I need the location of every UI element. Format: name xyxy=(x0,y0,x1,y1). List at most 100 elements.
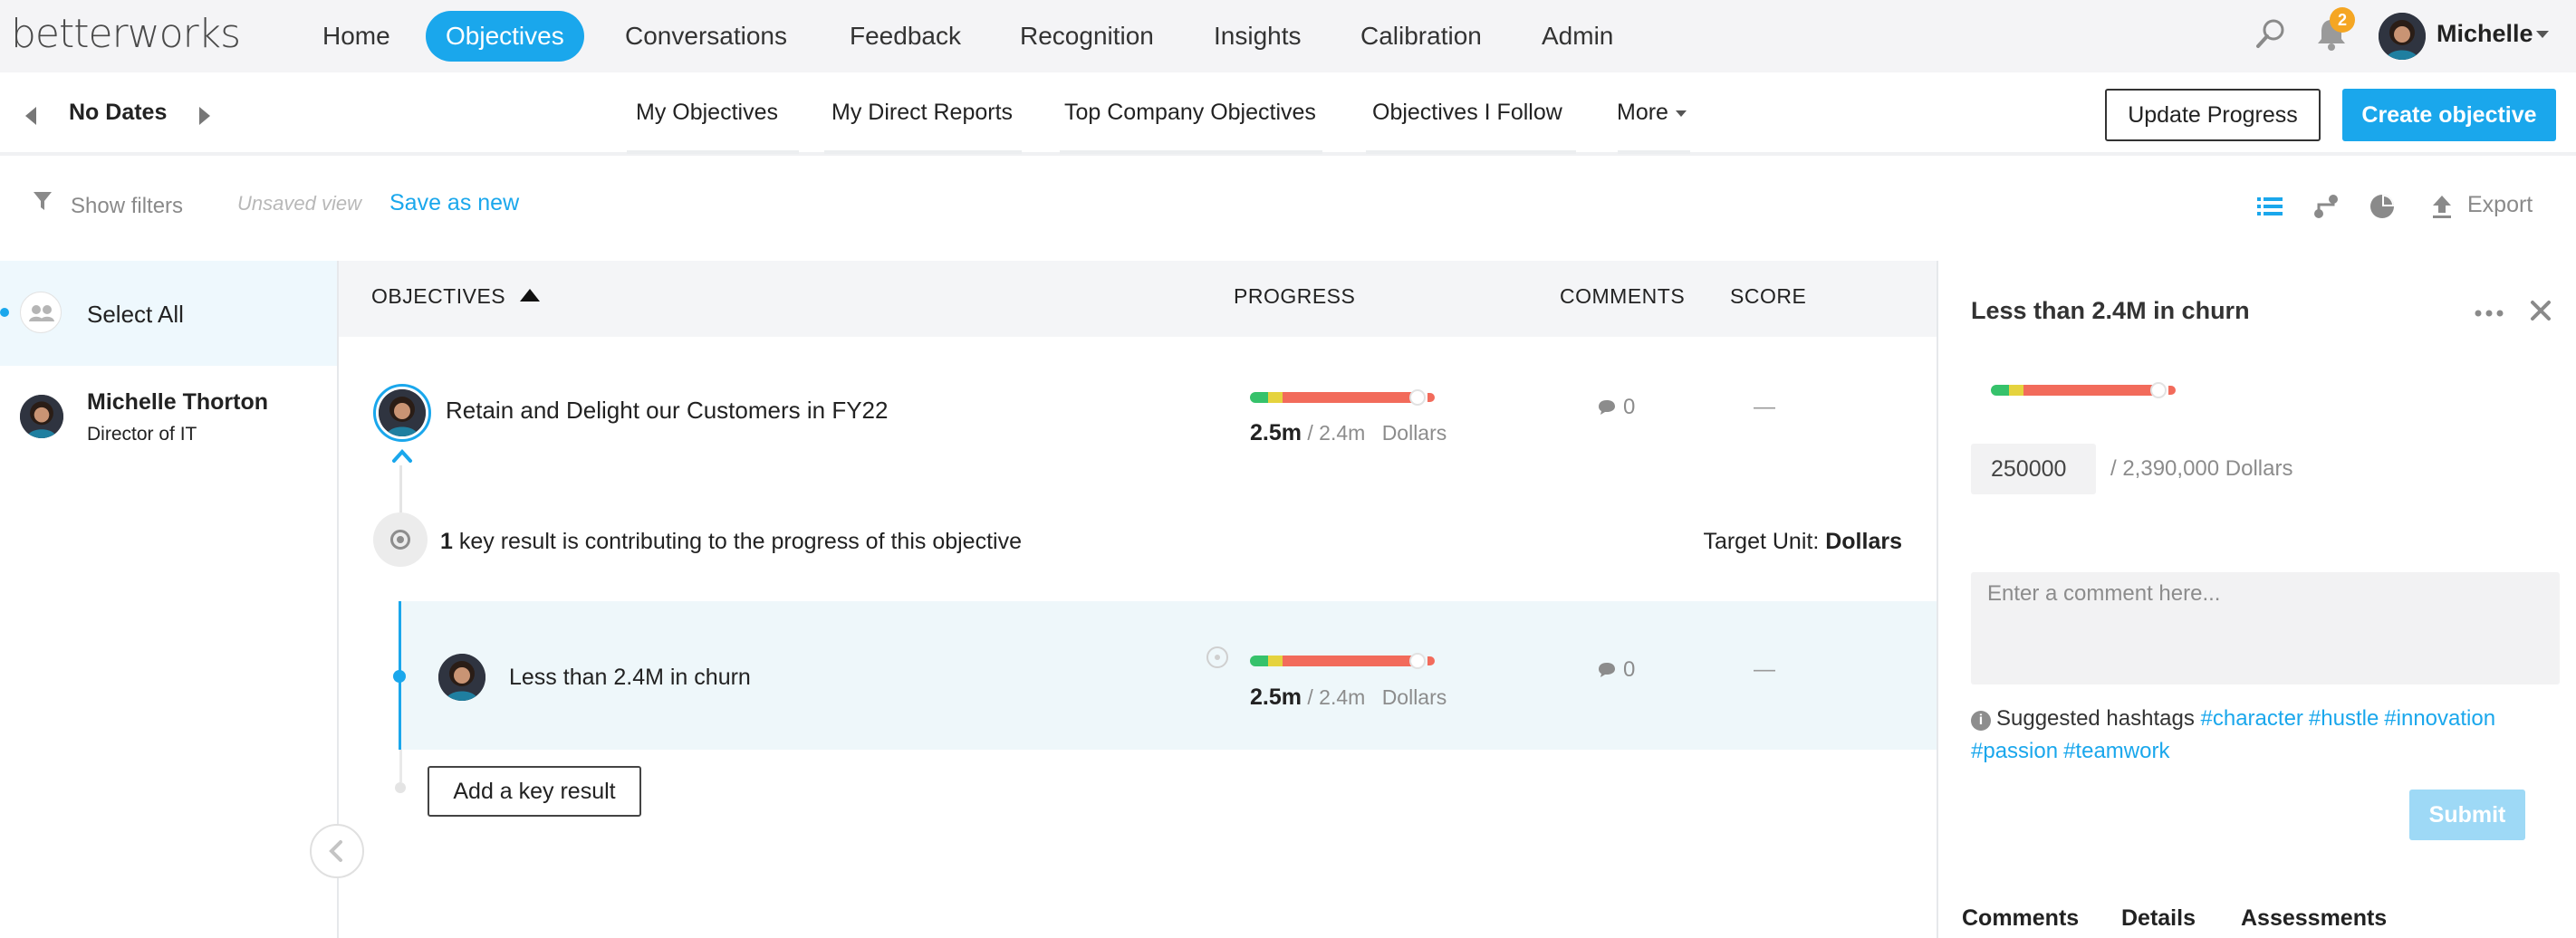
avatar[interactable] xyxy=(438,654,485,701)
target-value-text: / 2,390,000 Dollars xyxy=(2110,456,2293,481)
save-as-new-link[interactable]: Save as new xyxy=(389,190,519,216)
add-key-result-button[interactable]: Add a key result xyxy=(428,766,641,817)
objective-score: — xyxy=(1754,395,1775,419)
score-column-header[interactable]: SCORE xyxy=(1730,284,1806,309)
tab-top-company-objectives[interactable]: Top Company Objectives xyxy=(1064,100,1316,126)
user-name[interactable]: Michelle xyxy=(2437,20,2533,48)
comment-input[interactable] xyxy=(1971,572,2560,684)
nav-recognition[interactable]: Recognition xyxy=(1000,11,1174,62)
notification-badge: 2 xyxy=(2330,7,2355,33)
chevron-up-icon[interactable] xyxy=(391,447,413,464)
tree-view-icon[interactable] xyxy=(2312,192,2341,221)
objective-progress-bar[interactable] xyxy=(1250,389,1440,406)
pie-chart-icon[interactable] xyxy=(2368,192,2397,221)
people-panel: Select All Michelle Thorton Director of … xyxy=(0,261,339,938)
tab-more[interactable]: More xyxy=(1617,100,1687,126)
show-filters-link[interactable]: Show filters xyxy=(71,194,183,219)
tab-underline xyxy=(1618,150,1690,154)
detail-progress-bar[interactable] xyxy=(1991,382,2181,398)
detail-title: Less than 2.4M in churn xyxy=(1971,297,2250,324)
target-unit-value: Dollars xyxy=(1825,529,1902,554)
tab-my-objectives[interactable]: My Objectives xyxy=(636,100,778,126)
unsaved-view-label: Unsaved view xyxy=(237,192,361,215)
filter-icon[interactable] xyxy=(33,190,53,212)
objectives-column-header[interactable]: OBJECTIVES xyxy=(371,284,541,309)
tab-more-label: More xyxy=(1617,100,1668,125)
chevron-right-icon[interactable] xyxy=(199,107,210,125)
update-progress-button[interactable]: Update Progress xyxy=(2105,89,2321,141)
progress-column-header[interactable]: PROGRESS xyxy=(1234,284,1355,309)
progress-target: / 2.4m xyxy=(1307,685,1366,709)
more-options-icon[interactable] xyxy=(2475,310,2504,317)
hashtag-link[interactable]: #character xyxy=(2201,706,2303,731)
tree-node-active xyxy=(393,670,406,683)
nav-admin[interactable]: Admin xyxy=(1522,11,1633,62)
objective-comments[interactable]: 0 xyxy=(1598,395,1635,420)
nav-home[interactable]: Home xyxy=(303,11,410,62)
chevron-left-icon[interactable] xyxy=(25,107,36,125)
collapse-panel-button[interactable] xyxy=(310,824,364,878)
tab-details[interactable]: Details xyxy=(2121,905,2196,932)
avatar[interactable] xyxy=(379,389,426,436)
hashtag-link[interactable]: #innovation xyxy=(2384,706,2495,731)
key-result-target-icon[interactable] xyxy=(1206,646,1228,668)
suggested-hashtags-label: Suggested hashtags xyxy=(1996,706,2195,731)
objectives-table: OBJECTIVES PROGRESS COMMENTS SCORE Retai… xyxy=(339,261,1937,938)
target-dot xyxy=(397,536,404,543)
export-button[interactable]: Export xyxy=(2467,192,2533,218)
filter-bar: Show filters Unsaved view Save as new Ex… xyxy=(0,159,2576,261)
nav-insights[interactable]: Insights xyxy=(1194,11,1322,62)
close-icon[interactable] xyxy=(2529,299,2552,322)
objectives-column-label: OBJECTIVES xyxy=(371,284,506,308)
comment-count: 0 xyxy=(1623,657,1636,682)
progress-segment-yellow xyxy=(1268,656,1283,666)
tab-underline xyxy=(1060,150,1322,154)
tab-assessments[interactable]: Assessments xyxy=(2241,905,2387,932)
date-range-label[interactable]: No Dates xyxy=(69,100,167,126)
tab-comments[interactable]: Comments xyxy=(1962,905,2079,932)
hashtag-link[interactable]: #hustle xyxy=(2309,706,2379,731)
comments-column-header[interactable]: COMMENTS xyxy=(1560,284,1685,309)
submit-button[interactable]: Submit xyxy=(2409,790,2525,840)
search-icon[interactable] xyxy=(2255,18,2286,49)
hashtag-link[interactable]: #teamwork xyxy=(2063,739,2169,763)
current-value-input[interactable] xyxy=(1971,444,2096,494)
create-objective-button[interactable]: Create objective xyxy=(2342,89,2556,141)
progress-segment-green xyxy=(1250,392,1268,403)
key-result-detail-panel: Less than 2.4M in churn / 2,390,000 Doll… xyxy=(1937,261,2576,938)
list-view-icon[interactable] xyxy=(2255,192,2284,221)
key-result-comments[interactable]: 0 xyxy=(1598,657,1635,683)
nav-objectives[interactable]: Objectives xyxy=(426,11,584,62)
target-dot xyxy=(1215,655,1220,660)
avatar[interactable] xyxy=(20,395,63,438)
progress-knob xyxy=(2150,382,2167,398)
key-result-progress-bar[interactable] xyxy=(1250,653,1440,669)
hashtag-link[interactable]: #passion xyxy=(1971,739,2058,763)
progress-segment-tail xyxy=(1427,393,1435,402)
chevron-down-icon[interactable] xyxy=(2536,31,2549,38)
comment-icon xyxy=(1599,663,1615,677)
progress-segment-green xyxy=(1991,385,2009,396)
key-result-summary-text: key result is contributing to the progre… xyxy=(452,529,1022,554)
progress-segment-red xyxy=(1283,656,1417,666)
selected-indicator xyxy=(0,308,9,317)
progress-unit: Dollars xyxy=(1381,685,1447,709)
tree-node xyxy=(395,782,406,793)
nav-feedback[interactable]: Feedback xyxy=(830,11,981,62)
tree-connector xyxy=(399,465,402,512)
upload-icon[interactable] xyxy=(2429,192,2455,221)
objective-title[interactable]: Retain and Delight our Customers in FY22 xyxy=(446,397,888,425)
nav-calibration[interactable]: Calibration xyxy=(1341,11,1502,62)
user-avatar[interactable] xyxy=(2379,13,2426,60)
key-result-title[interactable]: Less than 2.4M in churn xyxy=(509,665,751,691)
betterworks-logo[interactable]: betterworks xyxy=(11,11,241,57)
tab-objectives-i-follow[interactable]: Objectives I Follow xyxy=(1372,100,1562,126)
progress-segment-yellow xyxy=(2009,385,2023,396)
select-all-row[interactable]: Select All xyxy=(0,261,337,366)
nav-conversations[interactable]: Conversations xyxy=(605,11,807,62)
tab-my-direct-reports[interactable]: My Direct Reports xyxy=(831,100,1013,126)
person-name[interactable]: Michelle Thorton xyxy=(87,389,268,416)
progress-segment-red xyxy=(2023,385,2158,396)
target-icon xyxy=(373,512,428,567)
comment-icon xyxy=(1599,400,1615,415)
